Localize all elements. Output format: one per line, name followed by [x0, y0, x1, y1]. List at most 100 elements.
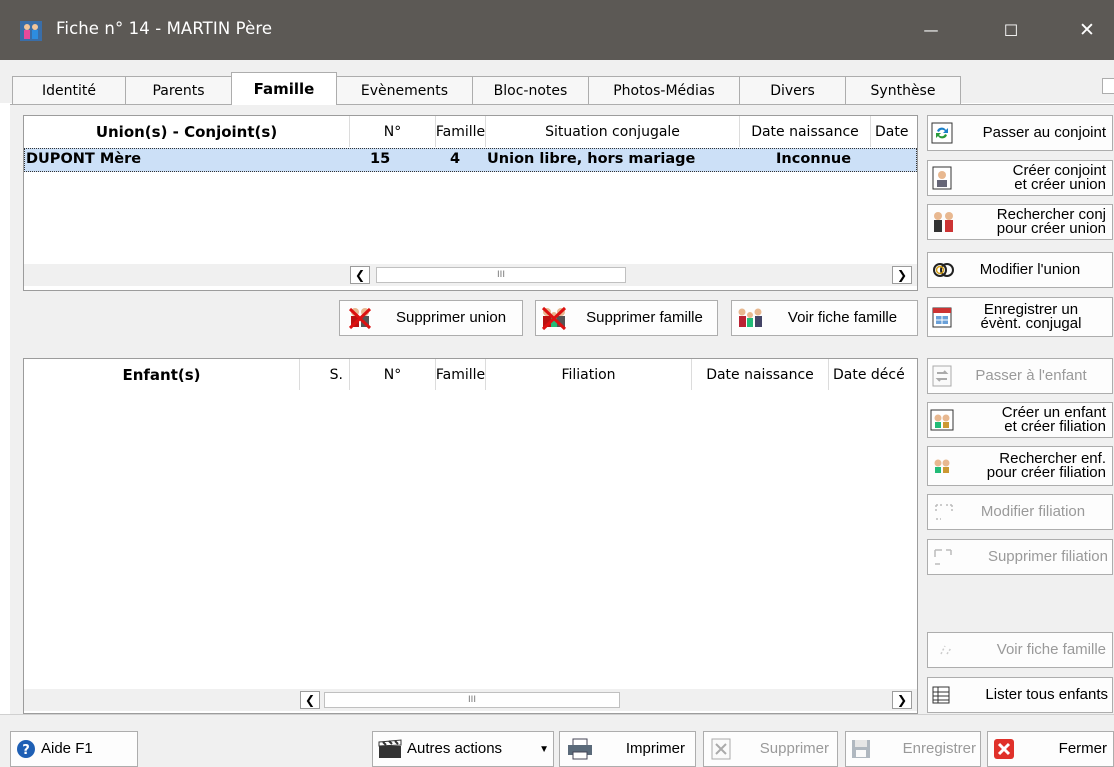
enfants-horizontal-scrollbar[interactable]: ❮ III ❯ [24, 689, 917, 711]
cell-numero: 15 [370, 151, 391, 167]
unions-grid: Union(s) - Conjoint(s) N° Famille Situat… [23, 115, 918, 291]
lister-enfants-button[interactable]: Lister tous enfants [927, 677, 1113, 713]
scroll-right-icon[interactable]: ❯ [892, 266, 912, 284]
scroll-right-icon[interactable]: ❯ [892, 691, 912, 709]
aide-label: Aide F1 [41, 740, 93, 757]
col-header-date-deces[interactable]: Date [871, 116, 917, 147]
cell-situation: Union libre, hors mariage [487, 151, 696, 167]
switch-child-icon [928, 365, 956, 387]
imprimer-label: Imprimer [625, 740, 685, 757]
maximize-button[interactable]: ☐ [982, 0, 1040, 60]
supprimer-button[interactable]: Supprimer [703, 731, 838, 767]
supprimer-filiation-label: Supprimer filiation [987, 548, 1108, 565]
modifier-union-label: Modifier l'union [979, 261, 1081, 278]
lister-enfants-label: Lister tous enfants [985, 686, 1108, 703]
col-header-enfant[interactable]: Enfant(s) [24, 359, 300, 390]
fermer-label: Fermer [1058, 740, 1107, 757]
col-header-filiation[interactable]: Filiation [486, 359, 692, 390]
supprimer-union-button[interactable]: Supprimer union [339, 300, 523, 336]
imprimer-button[interactable]: Imprimer [559, 731, 696, 767]
search-couple-icon [928, 210, 960, 234]
close-window-button[interactable]: ✕ [1058, 0, 1114, 60]
chevron-down-icon: ▼ [539, 743, 549, 755]
col-header-famille[interactable]: Famille [436, 116, 486, 147]
clapperboard-icon [373, 739, 407, 759]
rechercher-enfant-line2: pour créer filiation [986, 464, 1106, 481]
passer-enfant-label: Passer à l'enfant [975, 367, 1087, 384]
creer-enfant-label: Créer un enfant et créer filiation [956, 405, 1106, 435]
delete-family-icon [536, 305, 572, 331]
scroll-thumb[interactable]: III [324, 692, 620, 708]
modifier-union-button[interactable]: Modifier l'union [927, 252, 1113, 288]
delete-record-icon [704, 738, 738, 760]
passer-enfant-button[interactable]: Passer à l'enfant [927, 358, 1113, 394]
autres-actions-button[interactable]: Autres actions ▼ [372, 731, 554, 767]
rechercher-conjoint-button[interactable]: Rechercher conj pour créer union [927, 204, 1113, 240]
scroll-thumb[interactable]: III [376, 267, 626, 283]
tab-photos-medias[interactable]: Photos-Médias [588, 76, 740, 104]
col-header-date-deces[interactable]: Date décé [829, 359, 917, 390]
enregistrer-button[interactable]: Enregistrer [845, 731, 981, 767]
delete-filiation-icon [928, 547, 958, 567]
enfants-header: Enfant(s) S. N° Famille Filiation Date n… [24, 359, 917, 391]
family-disabled-icon [928, 642, 964, 658]
creer-enfant-line2: et créer filiation [1004, 418, 1106, 435]
rechercher-conjoint-label: Rechercher conj pour créer union [960, 207, 1106, 237]
unions-header: Union(s) - Conjoint(s) N° Famille Situat… [24, 116, 917, 148]
fermer-button[interactable]: Fermer [987, 731, 1114, 767]
rechercher-enfant-button[interactable]: Rechercher enf. pour créer filiation [927, 446, 1113, 486]
creer-conjoint-line2: et créer union [1014, 176, 1106, 193]
supprimer-label: Supprimer [759, 740, 829, 757]
voir-fiche-famille-enfant-button[interactable]: Voir fiche famille [927, 632, 1113, 668]
rechercher-conjoint-line2: pour créer union [996, 220, 1106, 237]
unions-horizontal-scrollbar[interactable]: ❮ III ❯ [24, 264, 917, 286]
col-header-situation[interactable]: Situation conjugale [486, 116, 740, 147]
tab-checkbox[interactable] [1102, 78, 1114, 94]
tab-divers[interactable]: Divers [739, 76, 846, 104]
scroll-left-icon[interactable]: ❮ [300, 691, 320, 709]
window-title: Fiche n° 14 - MARTIN Père [56, 19, 273, 38]
supprimer-famille-button[interactable]: Supprimer famille [535, 300, 718, 336]
tab-bloc-notes[interactable]: Bloc-notes [472, 76, 589, 104]
switch-person-icon [928, 122, 956, 144]
tab-synthese[interactable]: Synthèse [845, 76, 961, 104]
creer-enfant-button[interactable]: Créer un enfant et créer filiation [927, 402, 1113, 438]
svg-text:?: ? [22, 743, 30, 758]
scroll-left-icon[interactable]: ❮ [350, 266, 370, 284]
creer-conjoint-button[interactable]: Créer conjoint et créer union [927, 160, 1113, 196]
tab-evenements[interactable]: Evènements [336, 76, 473, 104]
modifier-filiation-button[interactable]: Modifier filiation [927, 494, 1113, 530]
tab-identite[interactable]: Identité [12, 76, 126, 104]
col-header-sexe[interactable]: S. [300, 359, 350, 390]
close-red-icon [988, 738, 1020, 760]
voir-fiche-famille-button[interactable]: Voir fiche famille [731, 300, 918, 336]
passer-conjoint-label: Passer au conjoint [982, 124, 1106, 141]
col-header-famille[interactable]: Famille [436, 359, 486, 390]
supprimer-filiation-button[interactable]: Supprimer filiation [927, 539, 1113, 575]
supprimer-union-label: Supprimer union [395, 309, 507, 326]
voir-fiche-famille-label: Voir fiche famille [787, 309, 898, 326]
rings-icon [928, 262, 960, 278]
new-child-icon [928, 409, 956, 431]
delete-union-icon [340, 305, 380, 331]
passer-conjoint-button[interactable]: Passer au conjoint [927, 115, 1113, 151]
voir-fiche-famille-enfant-label: Voir fiche famille [996, 641, 1106, 658]
family-icon [732, 306, 768, 330]
edit-filiation-icon [928, 502, 960, 522]
tab-parents[interactable]: Parents [125, 76, 232, 104]
rechercher-enfant-label: Rechercher enf. pour créer filiation [956, 451, 1106, 481]
enfants-grid: Enfant(s) S. N° Famille Filiation Date n… [23, 358, 918, 714]
enregistrer-event-button[interactable]: Enregistrer un évènt. conjugal [927, 297, 1113, 337]
minimize-button[interactable]: — [902, 0, 960, 60]
tab-famille[interactable]: Famille [231, 72, 337, 105]
col-header-union[interactable]: Union(s) - Conjoint(s) [24, 116, 350, 147]
help-icon: ? [11, 739, 41, 759]
table-row[interactable]: DUPONT Mère 15 4 Union libre, hors maria… [24, 148, 917, 172]
enregistrer-event-line2: évènt. conjugal [980, 315, 1082, 332]
family-app-icon [20, 21, 42, 41]
col-header-date-naissance[interactable]: Date naissance [740, 116, 871, 147]
col-header-date-naissance[interactable]: Date naissance [692, 359, 829, 390]
col-header-numero[interactable]: N° [350, 116, 436, 147]
aide-button[interactable]: ? Aide F1 [10, 731, 138, 767]
col-header-numero[interactable]: N° [350, 359, 436, 390]
